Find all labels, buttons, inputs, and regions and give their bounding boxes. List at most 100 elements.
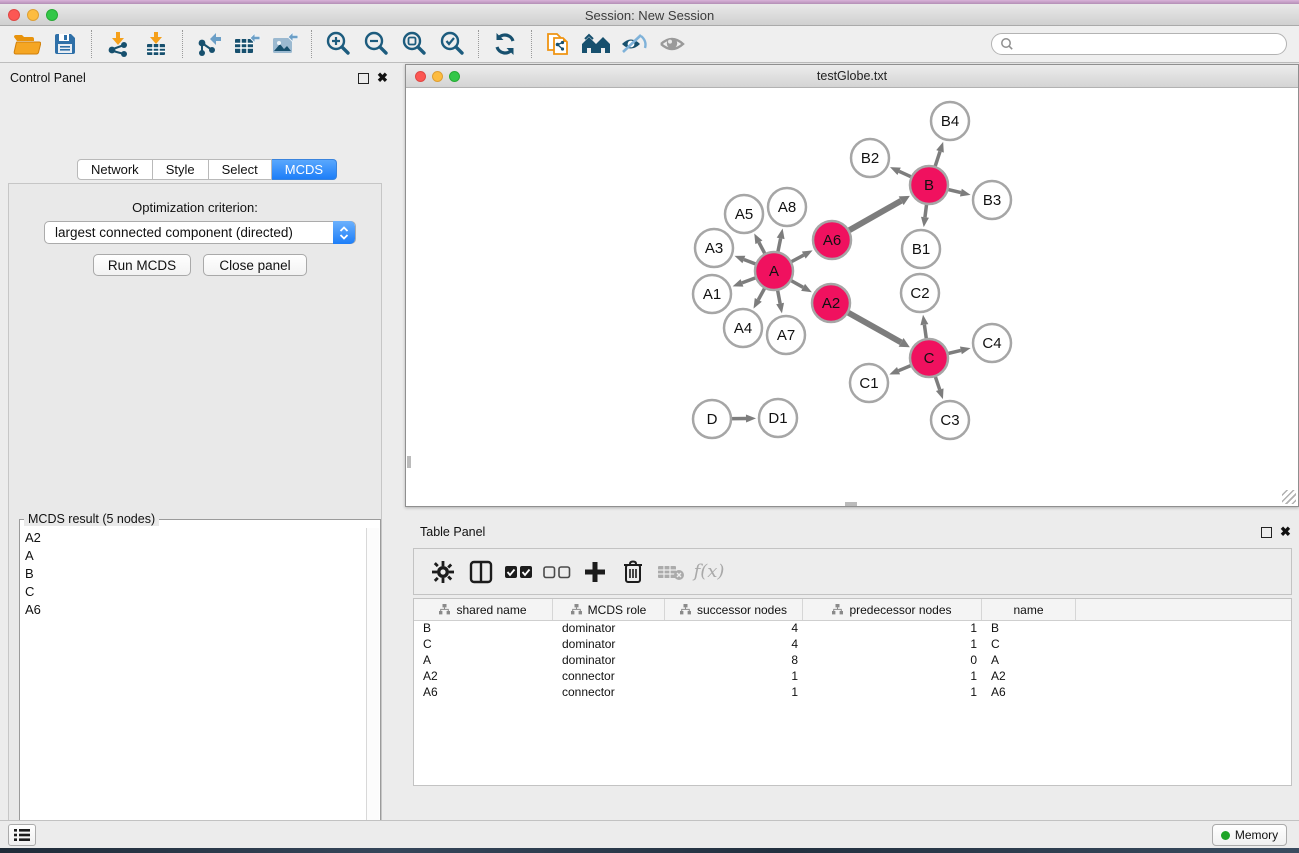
- cell-MCDS-role[interactable]: dominator: [553, 653, 665, 669]
- graph-node-A3[interactable]: A3: [695, 229, 733, 267]
- mcds-result-item[interactable]: A: [21, 546, 366, 564]
- mcds-result-item[interactable]: A2: [21, 528, 366, 546]
- cell-shared-name[interactable]: C: [414, 637, 553, 653]
- tab-select[interactable]: Select: [209, 159, 272, 180]
- cell-MCDS-role[interactable]: dominator: [553, 637, 665, 653]
- close-panel-icon[interactable]: ✖: [377, 71, 388, 85]
- network-window-titlebar[interactable]: testGlobe.txt: [406, 65, 1298, 88]
- graph-node-D[interactable]: D: [693, 400, 731, 438]
- select-all-icon[interactable]: [500, 557, 538, 587]
- graph-node-B1[interactable]: B1: [902, 230, 940, 268]
- export-network-icon[interactable]: [192, 29, 226, 59]
- cell-successor-nodes[interactable]: 4: [665, 621, 803, 637]
- close-panel-button[interactable]: Close panel: [203, 254, 307, 276]
- graph-node-B2[interactable]: B2: [851, 139, 889, 177]
- cell-predecessor-nodes[interactable]: 1: [803, 637, 982, 653]
- cell-name[interactable]: A2: [982, 669, 1076, 685]
- optimization-criterion-dropdown[interactable]: largest connected component (directed): [44, 221, 356, 244]
- cell-predecessor-nodes[interactable]: 1: [803, 685, 982, 701]
- search-field[interactable]: [991, 33, 1287, 55]
- gear-icon[interactable]: [424, 557, 462, 587]
- column-header-predecessor-nodes[interactable]: predecessor nodes: [803, 599, 982, 620]
- graph-node-B4[interactable]: B4: [931, 102, 969, 140]
- open-file-icon[interactable]: [10, 29, 44, 59]
- column-header-shared-name[interactable]: shared name: [414, 599, 553, 620]
- cell-MCDS-role[interactable]: dominator: [553, 621, 665, 637]
- export-image-icon[interactable]: [268, 29, 302, 59]
- import-network-icon[interactable]: [101, 29, 135, 59]
- tab-style[interactable]: Style: [153, 159, 209, 180]
- column-header-MCDS-role[interactable]: MCDS role: [553, 599, 665, 620]
- mcds-result-item[interactable]: B: [21, 564, 366, 582]
- search-input[interactable]: [1014, 37, 1278, 51]
- graph-node-C2[interactable]: C2: [901, 274, 939, 312]
- graph-node-C3[interactable]: C3: [931, 401, 969, 439]
- zoom-in-icon[interactable]: [321, 29, 355, 59]
- zoom-out-icon[interactable]: [359, 29, 393, 59]
- graph-node-A8[interactable]: A8: [768, 188, 806, 226]
- graph-node-D1[interactable]: D1: [759, 399, 797, 437]
- cell-successor-nodes[interactable]: 4: [665, 637, 803, 653]
- close-table-panel-icon[interactable]: ✖: [1280, 525, 1291, 539]
- memory-button[interactable]: Memory: [1212, 824, 1287, 846]
- window-resize-grip[interactable]: [1282, 490, 1296, 504]
- graph-node-B[interactable]: B: [910, 166, 948, 204]
- table-row[interactable]: Cdominator41C: [414, 637, 1291, 653]
- show-panels-button[interactable]: [8, 824, 36, 846]
- table-row[interactable]: A2connector11A2: [414, 669, 1291, 685]
- tab-network[interactable]: Network: [77, 159, 153, 180]
- column-header-successor-nodes[interactable]: successor nodes: [665, 599, 803, 620]
- mcds-result-item[interactable]: C: [21, 582, 366, 600]
- first-neighbors-icon[interactable]: [579, 29, 613, 59]
- cell-shared-name[interactable]: A2: [414, 669, 553, 685]
- mcds-result-item[interactable]: A6: [21, 600, 366, 618]
- float-panel-icon[interactable]: [358, 73, 369, 84]
- graph-node-A6[interactable]: A6: [813, 221, 851, 259]
- network-canvas[interactable]: B4B2BB3A5A8A6A3B1AA1C2A2A4A7C4CC1DD1C3: [407, 89, 1297, 506]
- hide-selected-icon[interactable]: [617, 29, 651, 59]
- tab-mcds[interactable]: MCDS: [272, 159, 337, 180]
- run-mcds-button[interactable]: Run MCDS: [93, 254, 191, 276]
- graph-node-A5[interactable]: A5: [725, 195, 763, 233]
- cell-MCDS-role[interactable]: connector: [553, 685, 665, 701]
- graph-node-A1[interactable]: A1: [693, 275, 731, 313]
- export-table-icon[interactable]: [230, 29, 264, 59]
- cell-shared-name[interactable]: A: [414, 653, 553, 669]
- save-session-icon[interactable]: [48, 29, 82, 59]
- refresh-layout-icon[interactable]: [488, 29, 522, 59]
- cell-predecessor-nodes[interactable]: 1: [803, 669, 982, 685]
- duplicate-network-icon[interactable]: [541, 29, 575, 59]
- cell-name[interactable]: A: [982, 653, 1076, 669]
- graph-node-C4[interactable]: C4: [973, 324, 1011, 362]
- graph-node-C1[interactable]: C1: [850, 364, 888, 402]
- result-scrollbar[interactable]: [366, 528, 379, 853]
- column-layout-icon[interactable]: [462, 557, 500, 587]
- zoom-fit-icon[interactable]: [397, 29, 431, 59]
- column-header-name[interactable]: name: [982, 599, 1076, 620]
- add-column-icon[interactable]: [576, 557, 614, 587]
- cell-predecessor-nodes[interactable]: 1: [803, 621, 982, 637]
- graph-node-A[interactable]: A: [755, 252, 793, 290]
- cell-successor-nodes[interactable]: 8: [665, 653, 803, 669]
- cell-MCDS-role[interactable]: connector: [553, 669, 665, 685]
- cell-successor-nodes[interactable]: 1: [665, 669, 803, 685]
- zoom-selected-icon[interactable]: [435, 29, 469, 59]
- delete-column-icon[interactable]: [614, 557, 652, 587]
- cell-name[interactable]: A6: [982, 685, 1076, 701]
- show-all-icon[interactable]: [655, 29, 689, 59]
- table-row[interactable]: Adominator80A: [414, 653, 1291, 669]
- cell-successor-nodes[interactable]: 1: [665, 685, 803, 701]
- graph-node-C[interactable]: C: [910, 339, 948, 377]
- cell-predecessor-nodes[interactable]: 0: [803, 653, 982, 669]
- cell-shared-name[interactable]: B: [414, 621, 553, 637]
- cell-shared-name[interactable]: A6: [414, 685, 553, 701]
- table-row[interactable]: A6connector11A6: [414, 685, 1291, 701]
- import-table-icon[interactable]: [139, 29, 173, 59]
- table-row[interactable]: Bdominator41B: [414, 621, 1291, 637]
- deselect-all-icon[interactable]: [538, 557, 576, 587]
- mcds-result-list[interactable]: A2ABCA6: [21, 528, 366, 853]
- graph-node-A4[interactable]: A4: [724, 309, 762, 347]
- cell-name[interactable]: B: [982, 621, 1076, 637]
- cell-name[interactable]: C: [982, 637, 1076, 653]
- graph-node-B3[interactable]: B3: [973, 181, 1011, 219]
